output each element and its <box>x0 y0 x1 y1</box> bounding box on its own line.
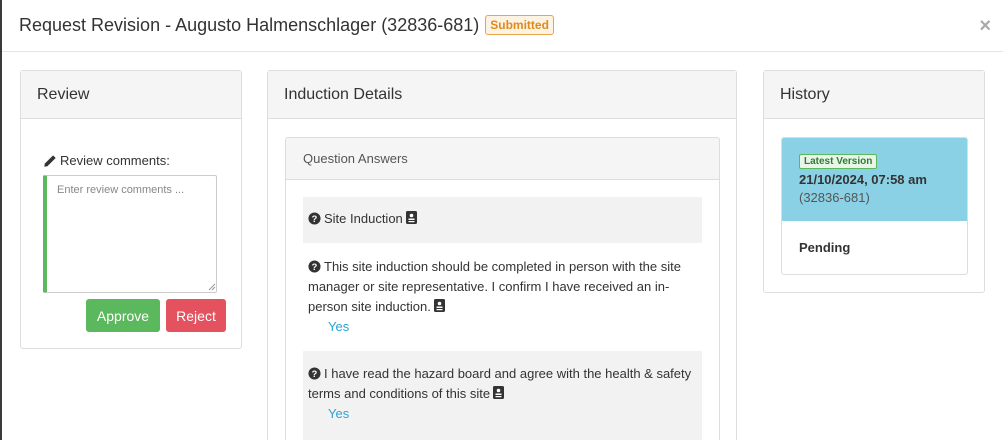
question-item: ? This site induction should be completed… <box>303 257 702 339</box>
id-card-icon <box>433 299 445 312</box>
history-status: Pending <box>799 240 851 255</box>
induction-details-panel: Induction Details Question Answers ? Site… <box>267 70 737 440</box>
question-circle-icon: ? <box>308 367 321 380</box>
history-date: 21/10/2024, 07:58 am <box>799 172 927 187</box>
history-heading: History <box>764 71 984 119</box>
history-item-header: Latest Version 21/10/2024, 07:58 am (328… <box>782 138 967 221</box>
question-answers-panel: Question Answers ? Site Induction ? This s… <box>285 137 720 440</box>
history-panel: History Latest Version 21/10/2024, 07:58… <box>763 70 985 293</box>
answer-value: Yes <box>328 319 350 334</box>
history-item[interactable]: Latest Version 21/10/2024, 07:58 am (328… <box>781 137 968 275</box>
question-text: This site induction should be completed … <box>308 259 681 314</box>
approve-button[interactable]: Approve <box>86 299 160 332</box>
question-item: ? I have read the hazard board and agree … <box>303 351 702 440</box>
id-card-icon <box>493 386 505 399</box>
modal-header: Request Revision - Augusto Halmenschlage… <box>2 0 1003 52</box>
resize-grip-icon[interactable] <box>208 283 216 291</box>
request-revision-modal: Request Revision - Augusto Halmenschlage… <box>2 0 1003 440</box>
svg-text:?: ? <box>312 262 318 272</box>
induction-heading: Induction Details <box>268 71 736 119</box>
id-card-icon <box>405 211 417 224</box>
review-comments-input[interactable] <box>43 175 217 293</box>
status-badge: Submitted <box>485 15 554 35</box>
svg-text:?: ? <box>312 369 318 379</box>
question-circle-icon: ? <box>308 212 321 225</box>
review-comments-label: Review comments: <box>43 153 170 168</box>
review-comments-label-text: Review comments: <box>60 153 170 168</box>
question-item: ? Site Induction <box>303 197 702 243</box>
question-circle-icon: ? <box>308 260 321 273</box>
modal-title-text: Request Revision - Augusto Halmenschlage… <box>19 15 480 35</box>
reject-button[interactable]: Reject <box>166 299 226 332</box>
latest-version-badge: Latest Version <box>799 154 878 169</box>
svg-text:?: ? <box>312 214 318 224</box>
answer-value: Yes <box>328 406 350 421</box>
close-icon[interactable]: × <box>979 15 991 38</box>
question-answers-heading: Question Answers <box>286 138 719 180</box>
question-text: Site Induction <box>324 211 403 226</box>
review-panel: Review Review comments: Approve Reject <box>20 70 242 349</box>
pencil-icon <box>44 154 56 167</box>
modal-title: Request Revision - Augusto Halmenschlage… <box>19 15 554 36</box>
review-heading: Review <box>21 71 241 119</box>
history-ref: (32836-681) <box>799 190 870 205</box>
